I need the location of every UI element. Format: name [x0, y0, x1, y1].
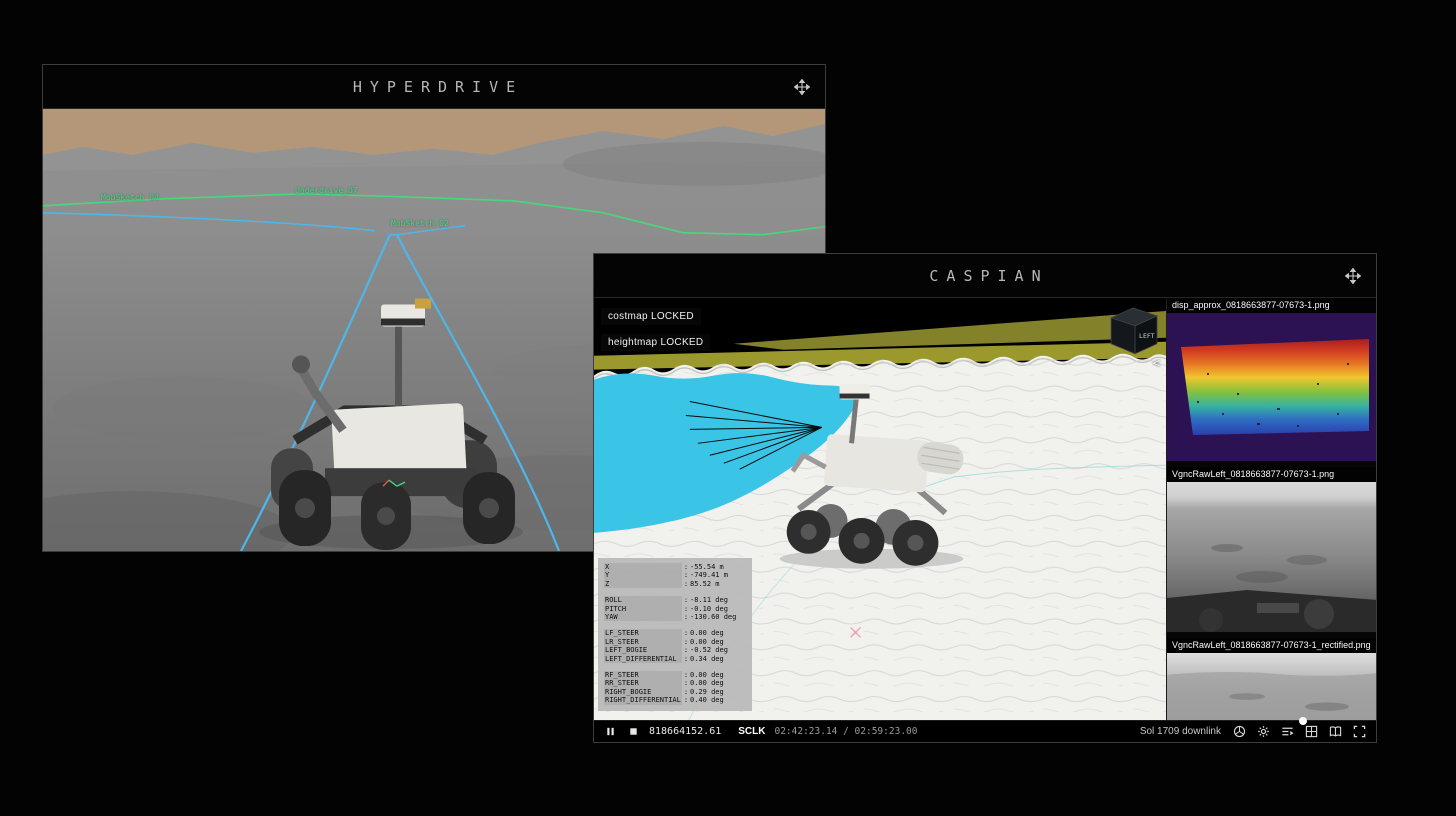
- sidebar-panel-disparity: disp_approx_0818663877-07673-1.png: [1167, 298, 1376, 461]
- telemetry-row: RF_STEER:0.00 deg: [604, 671, 746, 679]
- telemetry-row: YAW:-130.60 deg: [604, 613, 746, 621]
- heightmap-status-chip: heightmap LOCKED: [601, 334, 710, 351]
- view-cube-face-label: LEFT: [1139, 332, 1155, 340]
- fullscreen-icon[interactable]: [1352, 724, 1367, 739]
- waypoint-label: Underdrive_07: [295, 186, 358, 195]
- caspian-titlebar[interactable]: CASPIAN: [594, 254, 1376, 298]
- move-icon[interactable]: [793, 78, 811, 96]
- telemetry-row: X:-55.54 m: [604, 563, 746, 571]
- caspian-window-title: CASPIAN: [921, 267, 1048, 285]
- palette-icon[interactable]: [1232, 724, 1247, 739]
- telemetry-row: LF_STEER:0.00 deg: [604, 629, 746, 637]
- telemetry-row: ROLL:-8.11 deg: [604, 596, 746, 604]
- playback-toolbar: 818664152.61 SCLK 02:42:23.14 / 02:59:23…: [594, 720, 1376, 742]
- caspian-3d-viewport[interactable]: LEFT costmap LOCKED heightmap LOCKED < X…: [594, 298, 1166, 720]
- waypoint-label: MobSketch 04: [101, 193, 159, 202]
- sidebar-panel-rectified: VgncRawLeft_0818663877-07673-1_rectified…: [1167, 638, 1376, 720]
- sclk-label[interactable]: SCLK: [738, 726, 765, 737]
- grid-icon[interactable]: [1304, 724, 1319, 739]
- telemetry-row: LEFT_BOGIE:-0.52 deg: [604, 646, 746, 654]
- image-filename-label: disp_approx_0818663877-07673-1.png: [1167, 298, 1376, 313]
- sol-downlink-label: Sol 1709 downlink: [1140, 726, 1221, 737]
- desktop-background: HYPERDRIVE: [0, 0, 1456, 816]
- hyperdrive-titlebar[interactable]: HYPERDRIVE: [43, 65, 825, 109]
- rectified-camera-image[interactable]: [1167, 653, 1376, 720]
- book-icon[interactable]: [1328, 724, 1343, 739]
- pause-icon[interactable]: [603, 725, 617, 739]
- sidebar-panel-raw-left: VgncRawLeft_0818663877-07673-1.png: [1167, 467, 1376, 632]
- stop-icon[interactable]: [626, 725, 640, 739]
- telemetry-row: RIGHT_DIFFERENTIAL:0.40 deg: [604, 696, 746, 704]
- move-icon[interactable]: [1344, 267, 1362, 285]
- telemetry-row: LEFT_DIFFERENTIAL:0.34 deg: [604, 655, 746, 663]
- telemetry-row: Z:85.52 m: [604, 580, 746, 588]
- telemetry-row: LR_STEER:0.00 deg: [604, 638, 746, 646]
- telemetry-row: Y:-749.41 m: [604, 571, 746, 579]
- caspian-window: CASPIAN: [593, 253, 1377, 743]
- image-filename-label: VgncRawLeft_0818663877-07673-1.png: [1167, 467, 1376, 482]
- telemetry-row: RIGHT_BOGIE:0.29 deg: [604, 688, 746, 696]
- image-sidebar: disp_approx_0818663877-07673-1.png: [1166, 298, 1376, 720]
- telemetry-row: RR_STEER:0.00 deg: [604, 679, 746, 687]
- sclk-value: 818664152.61: [649, 726, 721, 737]
- image-filename-label: VgncRawLeft_0818663877-07673-1_rectified…: [1167, 638, 1376, 653]
- costmap-status-chip: costmap LOCKED: [601, 308, 701, 325]
- hyperdrive-window-title: HYPERDRIVE: [345, 78, 523, 96]
- disparity-map-image[interactable]: [1167, 313, 1376, 461]
- settings-gear-icon[interactable]: [1256, 724, 1271, 739]
- waypoint-label: MobSketch 02: [391, 219, 449, 228]
- telemetry-row: PITCH:-0.10 deg: [604, 605, 746, 613]
- view-cube[interactable]: LEFT: [1111, 308, 1157, 354]
- time-range: 02:42:23.14 / 02:59:23.00: [774, 726, 917, 737]
- timeline-scrubber-dot[interactable]: [1299, 717, 1307, 725]
- sidebar-collapse-arrow[interactable]: <: [1153, 356, 1160, 370]
- telemetry-panel: X:-55.54 m Y:-749.41 m Z:85.52 m ROLL:-8…: [598, 558, 752, 711]
- playlist-icon[interactable]: [1280, 724, 1295, 739]
- raw-camera-image[interactable]: [1167, 482, 1376, 632]
